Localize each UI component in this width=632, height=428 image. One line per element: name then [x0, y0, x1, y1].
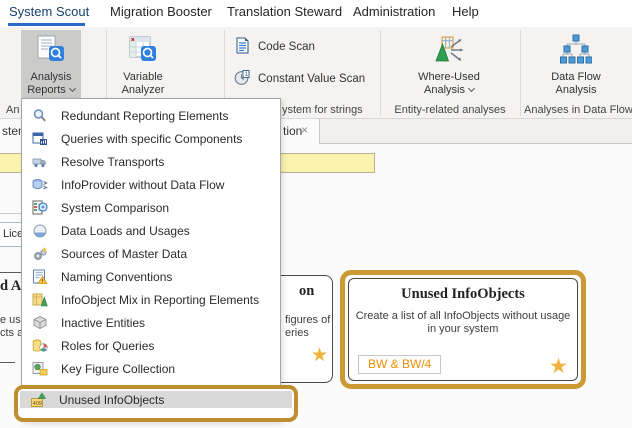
master-data-gears-icon	[31, 245, 49, 262]
magnifier-icon	[31, 107, 49, 124]
infoprovider-cylinder-icon	[31, 176, 49, 193]
chevron-down-icon	[468, 84, 475, 91]
tab-help[interactable]: Help	[452, 4, 479, 19]
analysis-reports-button[interactable]: Analysis Reports	[21, 30, 81, 100]
where-used-analysis-icon	[432, 34, 466, 69]
menu-item[interactable]: Sources of Master Data	[22, 242, 280, 265]
unused-infoobjects-409-icon: 409	[29, 391, 47, 408]
data-flow-analysis-button[interactable]: Data Flow Analysis	[541, 30, 611, 100]
transport-truck-icon	[31, 153, 49, 170]
code-scan-icon	[234, 37, 251, 57]
menu-item[interactable]: Roles for Queries	[22, 334, 280, 357]
analysis-reports-label: Analysis Reports	[27, 71, 75, 96]
card-title: Unused InfoObjects	[349, 286, 577, 303]
menu-item[interactable]: Naming Conventions	[22, 265, 280, 288]
data-flow-analysis-icon	[560, 34, 592, 69]
group-separator	[520, 30, 521, 116]
unused-infoobjects-card[interactable]: Unused InfoObjects Create a list of all …	[348, 278, 578, 381]
analysis-reports-icon	[35, 34, 67, 69]
group-label-entity-analyses: Entity-related analyses	[383, 104, 517, 116]
doc-tab-label-fragment: tion	[283, 124, 302, 138]
star-icon[interactable]: ★	[549, 354, 568, 379]
app-window: System Scout Migration Booster Translati…	[0, 0, 632, 428]
tab-administration[interactable]: Administration	[353, 4, 435, 19]
menu-item[interactable]: Queries with specific Components	[22, 127, 280, 150]
system-comparison-icon	[31, 199, 49, 216]
left-card-text-fragment: cts a	[0, 327, 23, 339]
bw-version-badge: BW & BW/4	[358, 355, 441, 374]
menu-item[interactable]: InfoObject Mix in Reporting Elements	[22, 288, 280, 311]
menu-item[interactable]: Data Loads and Usages	[22, 219, 280, 242]
left-card-border	[0, 272, 21, 273]
close-icon[interactable]: ×	[301, 123, 308, 137]
code-scan-label: Code Scan	[258, 41, 315, 53]
star-icon[interactable]: ★	[311, 344, 328, 367]
middle-card-title-fragment: on	[299, 283, 314, 300]
menu-item[interactable]: System Comparison	[22, 196, 280, 219]
left-card-title-fragment: d A	[0, 278, 21, 295]
naming-conventions-warning-icon	[31, 268, 49, 285]
constant-value-scan-icon: 1	[234, 69, 251, 89]
left-card-border	[0, 362, 15, 363]
menu-item[interactable]: Key Figure Collection	[22, 357, 280, 380]
menu-item-list: Redundant Reporting Elements Queries wit…	[22, 99, 280, 380]
chevron-down-icon	[69, 84, 76, 91]
panel-divider	[0, 213, 21, 214]
middle-card-text-fragment: figures of	[285, 314, 330, 326]
infoobject-mix-icon	[31, 291, 49, 308]
data-usage-pie-icon	[31, 222, 49, 239]
constant-value-scan-label: Constant Value Scan	[258, 73, 365, 85]
variable-analyzer-label: Variable Analyzer	[122, 71, 165, 96]
tab-translation-steward[interactable]: Translation Steward	[227, 4, 342, 19]
unused-infoobjects-card-highlight-ring: Unused InfoObjects Create a list of all …	[340, 270, 586, 389]
inactive-cube-icon	[31, 314, 49, 331]
roles-queries-icon	[31, 337, 49, 354]
variable-analyzer-icon	[127, 34, 159, 69]
group-label-fragment: An	[6, 104, 19, 116]
code-scan-button[interactable]: Code Scan	[234, 37, 315, 57]
card-description: Create a list of all InfoObjects without…	[355, 310, 571, 336]
menu-item[interactable]: Resolve Transports	[22, 150, 280, 173]
menu-item[interactable]: 409 Unused InfoObjects	[20, 391, 292, 408]
group-label-data-flow-analyses: Analyses in Data Flow	[524, 104, 632, 116]
where-used-analysis-label: Where-Used Analysis	[418, 71, 480, 96]
data-flow-analysis-label: Data Flow Analysis	[551, 71, 601, 96]
analysis-reports-dropdown-menu: Redundant Reporting Elements Queries wit…	[21, 98, 281, 422]
middle-card-text-fragment: eries	[285, 327, 309, 339]
active-tab-underline	[8, 23, 85, 26]
menu-item[interactable]: InfoProvider without Data Flow	[22, 173, 280, 196]
group-label-scan-strings: ystem for strings	[282, 104, 363, 116]
variable-analyzer-button[interactable]: Variable Analyzer	[112, 30, 174, 100]
query-components-icon	[31, 130, 49, 147]
menu-item[interactable]: Redundant Reporting Elements	[22, 104, 280, 127]
tab-system-scout[interactable]: System Scout	[9, 4, 89, 19]
menu-item[interactable]: Inactive Entities	[22, 311, 280, 334]
menu-highlight-ring: 409 Unused InfoObjects	[14, 385, 298, 422]
svg-text:409: 409	[33, 401, 42, 407]
group-separator	[380, 30, 381, 116]
app-tab-bar: System Scout Migration Booster Translati…	[0, 0, 632, 27]
constant-value-scan-button[interactable]: 1 Constant Value Scan	[234, 69, 365, 89]
menu-highlighted-slot: 409 Unused InfoObjects	[20, 391, 292, 408]
where-used-analysis-button[interactable]: Where-Used Analysis	[410, 30, 488, 100]
tab-migration-booster[interactable]: Migration Booster	[110, 4, 212, 19]
key-figure-collection-icon	[31, 360, 49, 377]
